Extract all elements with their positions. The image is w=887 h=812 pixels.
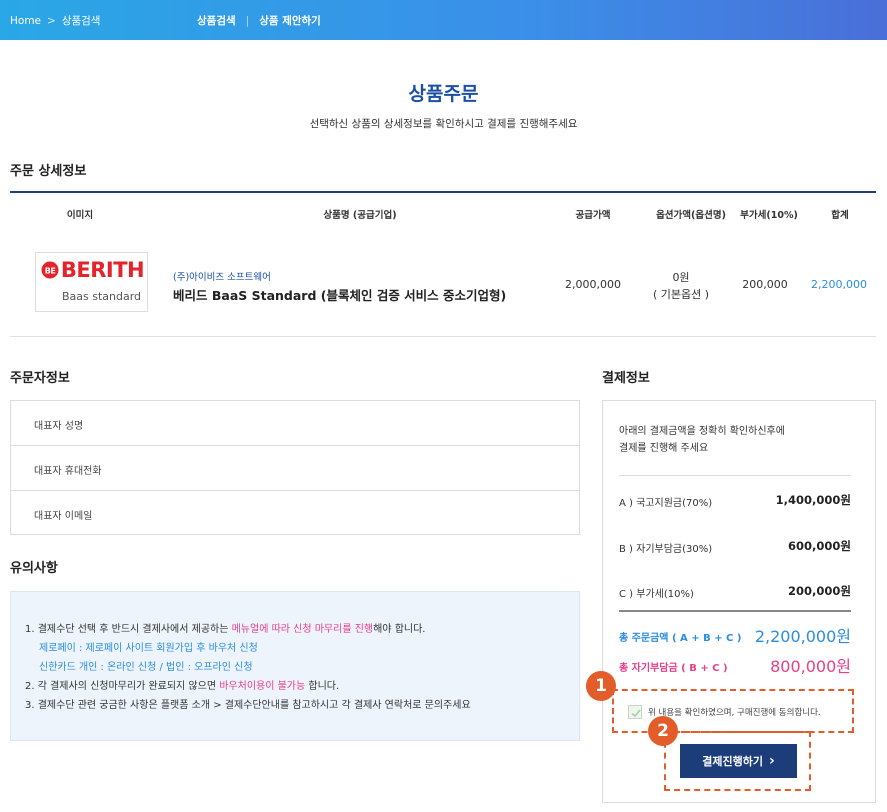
top-nav-bar: Home > 상품검색 상품검색 | 상품 제안하기 — [0, 0, 887, 40]
product-image[interactable]: BE BERITH Baas standard — [35, 252, 148, 312]
tab-product-search[interactable]: 상품검색 — [197, 13, 236, 28]
self-pay-row: B ) 자기부담금(30%) 600,000원 — [619, 539, 851, 555]
vat-row: C ) 부가세(10%) 200,000원 — [619, 584, 851, 600]
breadcrumb-current[interactable]: 상품검색 — [62, 13, 101, 28]
orderer-name-row[interactable]: 대표자 성명 — [11, 401, 579, 446]
orderer-name-label: 대표자 성명 — [34, 421, 84, 432]
col-option: 옵션가액(옵션명) — [656, 210, 726, 221]
notice-box: 1. 결제수단 선택 후 반드시 결제사에서 제공하는 메뉴얼에 따라 신청 마… — [10, 591, 580, 741]
berith-logo-icon: BE — [41, 261, 59, 279]
total-order-amount-row: 총 주문금액 ( A + B + C ) 2,200,000원 — [619, 627, 851, 646]
top-tabs: 상품검색 | 상품 제안하기 — [197, 13, 321, 28]
step-marker-1: 1 — [586, 671, 616, 701]
breadcrumb-home-link[interactable]: Home — [10, 15, 41, 27]
checkmark-icon — [631, 709, 641, 718]
breadcrumb: Home > 상품검색 — [10, 13, 100, 28]
product-logo-sub: Baas standard — [61, 290, 141, 303]
payment-intro: 아래의 결제금액을 정확히 확인하신후에 결제를 진행해 주세요 — [619, 426, 785, 454]
table-row: BE BERITH Baas standard (주)아이비즈 소프트웨어 베리드… — [10, 233, 876, 337]
orderer-info-box: 대표자 성명 대표자 휴대전화 대표자 이메일 — [10, 400, 580, 535]
page-title: 상품주문 — [408, 83, 479, 105]
col-vat: 부가세(10%) — [740, 210, 798, 221]
national-subsidy-row: A ) 국고지원금(70%) 1,400,000원 — [619, 493, 851, 509]
product-vendor: (주)아이비즈 소프트웨어 — [173, 272, 271, 283]
orderer-email-row[interactable]: 대표자 이메일 — [11, 491, 579, 536]
payment-info-title: 결제정보 — [602, 371, 650, 386]
total-price: 2,200,000 — [811, 278, 867, 291]
tab-divider: | — [245, 14, 250, 27]
pay-button-highlight: 결제진행하기 › — [664, 731, 811, 791]
tab-product-propose[interactable]: 상품 제안하기 — [259, 13, 321, 28]
col-supply: 공급가액 — [575, 210, 611, 221]
notice-line-3: 3. 결제수단 관련 궁금한 사항은 플랫폼 소개 > 결제수단안내를 참고하시… — [25, 700, 471, 711]
orderer-info-title: 주문자정보 — [10, 371, 70, 386]
page-subtitle: 선택하신 상품의 상세정보를 확인하시고 결제를 진행해주세요 — [309, 118, 578, 130]
divider — [619, 610, 851, 612]
agreement-text[interactable]: 위 내용을 확인하였으며, 구매진행에 동의합니다. — [648, 706, 821, 718]
orderer-email-label: 대표자 이메일 — [34, 511, 93, 522]
breadcrumb-separator: > — [47, 14, 56, 27]
supply-price: 2,000,000 — [565, 278, 621, 291]
notice-line-1: 1. 결제수단 선택 후 반드시 결제사에서 제공하는 메뉴얼에 따라 신청 마… — [25, 624, 426, 635]
vat-price: 200,000 — [742, 278, 788, 291]
col-total: 합계 — [831, 210, 849, 221]
chevron-right-icon: › — [768, 753, 775, 769]
step-marker-2: 2 — [648, 716, 678, 746]
orderer-phone-row[interactable]: 대표자 휴대전화 — [11, 446, 579, 491]
col-product-name: 상품명 (공급기업) — [323, 210, 397, 221]
product-name: 베리드 BaaS Standard (블록체인 검증 서비스 중소기업형) — [173, 288, 507, 303]
order-table-header: 이미지 상품명 (공급기업) 공급가액 옵션가액(옵션명) 부가세(10%) 합… — [10, 191, 876, 233]
agreement-checkbox[interactable] — [628, 705, 642, 719]
orderer-phone-label: 대표자 휴대전화 — [34, 466, 102, 477]
notice-line-shinhan: 신한카드 개인 : 온라인 신청 / 법인 : 오프라인 신청 — [39, 662, 253, 673]
option-price: 0원 — [672, 271, 690, 284]
notice-title: 유의사항 — [10, 561, 58, 576]
total-self-pay-row: 총 자기부담금 ( B + C ) 800,000원 — [619, 657, 851, 676]
product-logo: BE BERITH — [36, 258, 149, 282]
order-detail-title: 주문 상세정보 — [10, 164, 87, 179]
notice-line-2: 2. 각 결제사의 신청마무리가 완료되지 않으면 바우처이용이 불가능 합니다… — [25, 681, 340, 692]
notice-line-zeropay: 제로페이 : 제로페이 사이트 회원가입 후 바우처 신청 — [39, 643, 258, 654]
col-image: 이미지 — [66, 210, 94, 221]
proceed-payment-button[interactable]: 결제진행하기 › — [680, 744, 797, 778]
svg-text:BE: BE — [45, 267, 56, 276]
divider — [619, 475, 851, 476]
option-name: ( 기본옵션 ) — [652, 288, 710, 301]
